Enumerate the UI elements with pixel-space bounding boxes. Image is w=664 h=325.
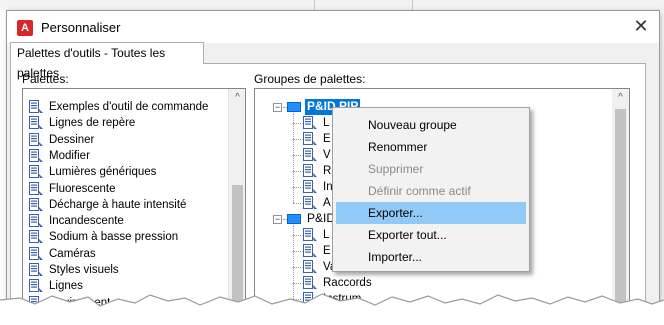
palette-tool-icon (29, 230, 43, 244)
tree-connector (293, 155, 301, 156)
tree-palette-item[interactable]: R (303, 163, 331, 179)
tree-item-label: L (323, 117, 330, 129)
menu-item-exporter-tout[interactable]: Exporter tout... (336, 224, 526, 246)
palette-tool-icon (303, 116, 317, 129)
tree-palette-item[interactable]: In (303, 179, 333, 195)
background-divider (412, 0, 413, 10)
palette-tool-icon (29, 197, 43, 211)
tree-palette-item[interactable]: L (303, 115, 329, 131)
menu-item-importer[interactable]: Importer... (336, 246, 526, 268)
list-item[interactable]: Incandescente (29, 213, 124, 229)
list-item[interactable]: Styles visuels (29, 262, 119, 278)
tree-connector (293, 123, 301, 124)
tree-connector (293, 203, 301, 204)
list-item-label: Styles visuels (49, 264, 119, 276)
tree-palette-item[interactable]: V (303, 147, 331, 163)
tree-palette-item[interactable]: E (303, 131, 331, 147)
list-item-label: Dessiner (49, 133, 95, 146)
scrollbar-thumb[interactable] (615, 109, 626, 309)
tree-collapse-icon[interactable]: − (273, 103, 282, 112)
blue-folder-icon (287, 214, 301, 224)
context-menu: Nouveau groupe Renommer Supprimer Définir c… (332, 107, 530, 272)
palette-tool-icon (303, 164, 317, 177)
list-item-label: Sodium à basse pression (49, 231, 179, 244)
scroll-up-arrow-icon[interactable]: ^ (612, 89, 629, 106)
tree-palette-item[interactable]: E (303, 243, 331, 259)
window-title: Personnaliser (41, 20, 121, 35)
palette-tool-icon (303, 228, 317, 241)
list-item-label: Décharge à haute intensité (49, 198, 187, 211)
torn-edge-decoration (0, 293, 664, 325)
menu-item-nouveau-groupe[interactable]: Nouveau groupe (336, 114, 526, 136)
palette-tool-icon (29, 116, 43, 130)
palette-tool-icon (29, 214, 43, 228)
list-item-label: Fluorescente (49, 182, 116, 195)
list-item[interactable]: Sodium à basse pression (29, 229, 178, 245)
tree-connector (293, 283, 301, 284)
tree-connector (293, 171, 301, 172)
list-item-label: Lignes de repère (49, 117, 136, 130)
tree-item-label: A (323, 197, 331, 209)
tab-all-palettes[interactable]: Palettes d'outils - Toutes les palettes (10, 42, 204, 80)
palette-tool-icon (303, 180, 317, 193)
scroll-up-arrow-icon[interactable]: ^ (229, 89, 245, 106)
palette-tool-icon (303, 148, 317, 161)
tree-connector (293, 235, 301, 236)
tree-connector (293, 251, 301, 252)
list-item-label: Lumières génériques (49, 166, 157, 179)
list-item-label: Modifier (49, 149, 90, 162)
menu-item-supprimer: Supprimer (368, 162, 424, 176)
palette-groups-label: Groupes de palettes: (254, 72, 366, 86)
palette-tool-icon (29, 100, 43, 113)
list-item[interactable]: Lignes de repère (29, 115, 135, 131)
tree-connector (293, 267, 301, 268)
background-divider (314, 0, 315, 10)
list-item[interactable]: Caméras (29, 246, 96, 262)
palette-tool-icon (29, 165, 43, 179)
palette-tool-icon (303, 244, 317, 257)
tree-item-label: E (323, 133, 331, 145)
palette-tool-icon (29, 263, 43, 276)
list-item-label: Exemples d'outil de commande (49, 101, 209, 113)
palette-tool-icon (303, 196, 317, 209)
tree-item-label: V (323, 149, 331, 161)
tree-palette-item[interactable]: L (303, 227, 329, 243)
palette-tool-icon (303, 132, 317, 145)
palette-tool-icon (29, 132, 43, 146)
list-item[interactable]: Exemples d'outil de commande (29, 99, 208, 115)
list-item[interactable]: Dessiner (29, 132, 94, 148)
menu-item-définir-comme-actif: Définir comme actif (368, 184, 471, 198)
list-item-label: Caméras (49, 247, 96, 260)
tree-item-label: E (323, 245, 331, 257)
title-bar[interactable]: A Personnaliser ✕ (7, 11, 659, 43)
tree-connector (293, 113, 294, 203)
list-item[interactable]: Fluorescente (29, 181, 115, 197)
tree-connector (293, 187, 301, 188)
tree-collapse-icon[interactable]: − (273, 215, 282, 224)
palette-tool-icon (29, 246, 43, 260)
blue-folder-icon (287, 102, 301, 112)
menu-item-exporter[interactable]: Exporter... (336, 202, 526, 224)
autocad-app-icon: A (17, 20, 33, 36)
list-item[interactable]: Modifier (29, 148, 90, 164)
app-icon-letter: A (21, 22, 29, 34)
tree-item-label: L (323, 229, 330, 241)
palette-tool-icon (29, 148, 43, 162)
list-item[interactable]: Lumières génériques (29, 164, 156, 180)
list-item[interactable]: Décharge à haute intensité (29, 197, 186, 213)
menu-item-renommer[interactable]: Renommer (336, 136, 526, 158)
tree-palette-item[interactable]: A (303, 195, 331, 211)
list-item-label: Incandescente (49, 215, 124, 228)
palette-tool-icon (29, 181, 43, 195)
tree-item-label: R (323, 165, 332, 177)
tree-connector (293, 139, 301, 140)
palette-tool-icon (303, 260, 317, 273)
close-icon[interactable]: ✕ (631, 17, 651, 37)
background-window-strip (0, 0, 664, 10)
